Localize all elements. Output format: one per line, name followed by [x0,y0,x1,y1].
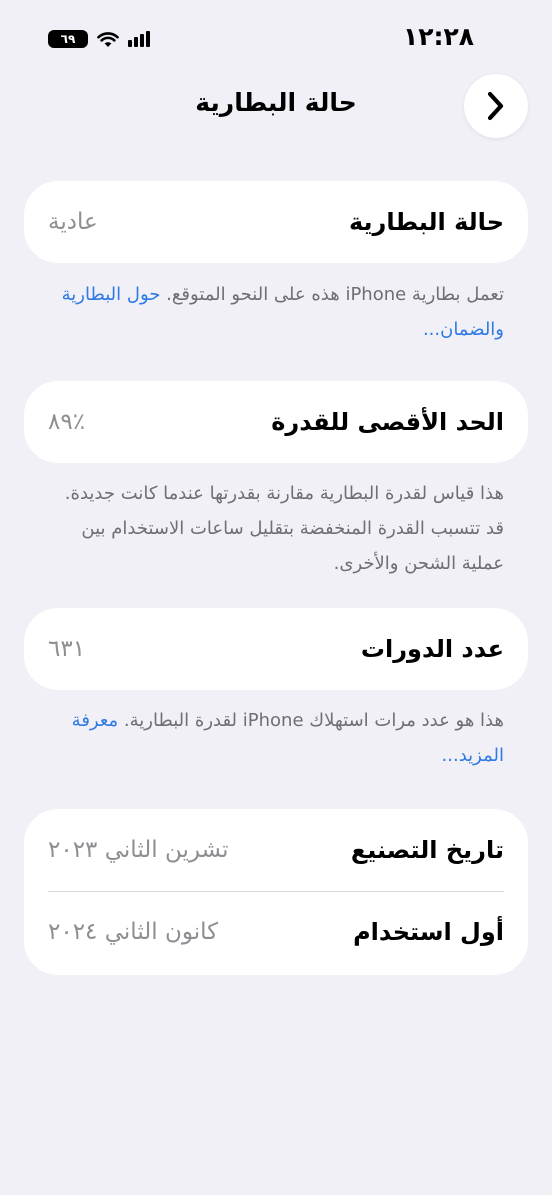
battery-health-card: حالة البطارية عادية [24,181,528,263]
battery-health-note: تعمل بطارية iPhone هذه على النحو المتوقع… [44,277,504,347]
max-capacity-row: الحد الأقصى للقدرة ٪٨٩ [24,381,528,463]
navigation-bar: حالة البطارية [0,74,552,140]
status-bar: ١٢:٢٨ ٦٩ [0,20,552,56]
back-button[interactable] [464,74,528,138]
cycle-count-card: عدد الدورات ٦٣١ [24,608,528,690]
cellular-signal-icon [128,31,150,47]
manufacture-date-value: تشرين الثاني ٢٠٢٣ [48,837,229,863]
battery-icon: ٦٩ [48,30,88,48]
first-use-label: أول استخدام [353,918,504,946]
max-capacity-card: الحد الأقصى للقدرة ٪٨٩ [24,381,528,463]
status-time: ١٢:٢٨ [402,22,474,51]
battery-health-value: عادية [48,209,98,235]
battery-level: ٦٩ [60,32,76,46]
wifi-icon [97,31,119,47]
first-use-value: كانون الثاني ٢٠٢٤ [48,919,219,945]
status-icons: ٦٩ [48,28,150,50]
max-capacity-value: ٪٨٩ [48,409,86,435]
cycle-count-row: عدد الدورات ٦٣١ [24,608,528,690]
cycle-count-value: ٦٣١ [48,636,86,662]
battery-health-row: حالة البطارية عادية [24,181,528,263]
first-use-row: أول استخدام كانون الثاني ٢٠٢٤ [24,891,528,973]
battery-health-note-text: تعمل بطارية iPhone هذه على النحو المتوقع… [166,284,504,305]
chevron-right-icon [487,91,504,121]
manufacture-date-label: تاريخ التصنيع [350,836,504,864]
max-capacity-label: الحد الأقصى للقدرة [271,408,504,436]
max-capacity-note: هذا قياس لقدرة البطارية مقارنة بقدرتها ع… [64,483,504,574]
cycle-count-label: عدد الدورات [360,635,504,663]
dates-card: تاريخ التصنيع تشرين الثاني ٢٠٢٣ أول استخ… [24,809,528,975]
cycle-count-note: هذا هو عدد مرات استهلاك iPhone لقدرة الب… [44,703,504,773]
battery-health-label: حالة البطارية [348,208,504,236]
manufacture-date-row: تاريخ التصنيع تشرين الثاني ٢٠٢٣ [24,809,528,891]
cycle-count-note-text: هذا هو عدد مرات استهلاك iPhone لقدرة الب… [123,710,504,731]
